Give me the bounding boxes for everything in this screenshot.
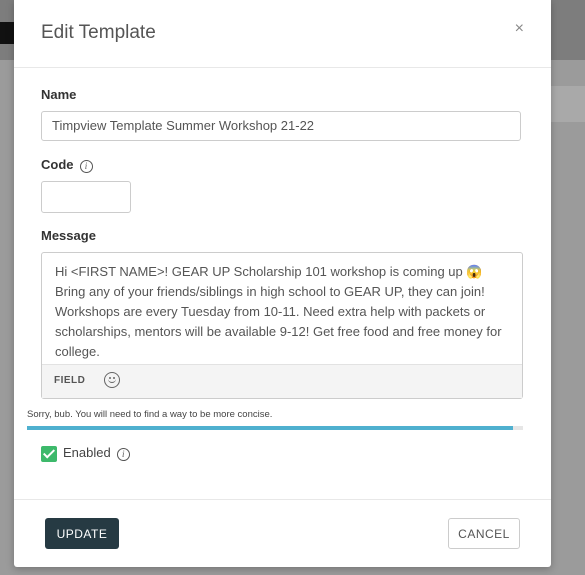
close-icon[interactable]: × xyxy=(515,20,524,38)
enabled-label: Enabled xyxy=(63,445,111,460)
length-progress-bar xyxy=(27,426,523,430)
name-input[interactable]: Timpview Template Summer Workshop 21-22 xyxy=(41,111,521,141)
code-label-row: Code i xyxy=(41,157,93,173)
info-icon[interactable]: i xyxy=(79,160,93,173)
enabled-checkbox[interactable] xyxy=(41,445,57,462)
background-tab xyxy=(0,22,14,44)
modal-header: Edit Template × xyxy=(14,0,551,68)
edit-template-modal: Edit Template × Name Timpview Template S… xyxy=(14,0,551,567)
update-button[interactable]: UPDATE xyxy=(45,518,119,549)
message-editor[interactable]: Hi <FIRST NAME>! GEAR UP Scholarship 101… xyxy=(41,252,523,399)
length-warning: Sorry, bub. You will need to find a way … xyxy=(27,409,273,420)
cancel-button[interactable]: CANCEL xyxy=(448,518,520,549)
smiley-icon[interactable] xyxy=(104,372,120,388)
field-button[interactable]: FIELD xyxy=(54,375,85,386)
enabled-row: Enabled i xyxy=(41,445,130,462)
name-label: Name xyxy=(41,87,77,102)
code-input[interactable] xyxy=(41,181,131,213)
footer-divider xyxy=(14,499,551,500)
message-toolbar: FIELD xyxy=(42,364,522,398)
length-progress-fill xyxy=(27,426,514,430)
message-label: Message xyxy=(41,228,96,243)
info-icon[interactable]: i xyxy=(116,448,130,461)
message-textarea[interactable]: Hi <FIRST NAME>! GEAR UP Scholarship 101… xyxy=(55,262,510,362)
code-label: Code xyxy=(41,157,74,172)
modal-title: Edit Template xyxy=(41,22,156,43)
